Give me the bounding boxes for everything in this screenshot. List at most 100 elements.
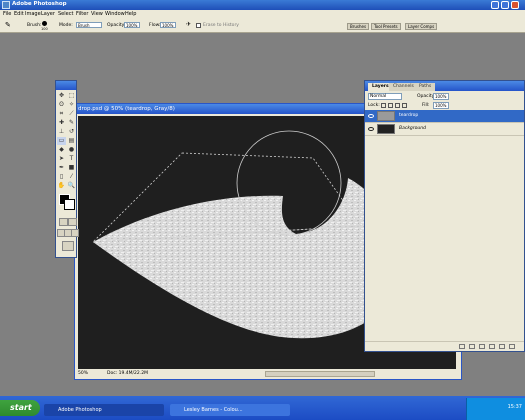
layer-opacity-input[interactable]: 100% <box>433 93 449 100</box>
pen-tool-icon[interactable]: ✒ <box>57 164 66 172</box>
taskbar-item-photoshop[interactable]: Adobe Photoshop <box>44 404 164 416</box>
mode-label: Mode: <box>59 23 73 28</box>
zoom-tool-icon[interactable]: 🔍 <box>67 182 76 190</box>
lock-transparent-icon[interactable] <box>381 103 386 108</box>
taskbar-item-browser[interactable]: Lesley Barnes - Colou... <box>170 404 290 416</box>
add-mask-icon[interactable] <box>469 344 475 349</box>
quick-mask-mode-icon[interactable] <box>68 218 77 226</box>
move-tool-icon[interactable]: ✥ <box>57 92 66 100</box>
fill-label: Fill: <box>422 103 430 108</box>
menu-edit[interactable]: Edit <box>14 11 24 17</box>
well-tab-layer-comps[interactable]: Layer Comps <box>405 23 438 30</box>
horizontal-scrollbar[interactable] <box>265 371 375 377</box>
eyedropper-tool-icon[interactable]: ⁄ <box>67 173 76 181</box>
clock: 15:37 <box>507 404 522 410</box>
menu-select[interactable]: Select <box>58 11 73 17</box>
zoom-level[interactable]: 50% <box>78 371 88 376</box>
airbrush-icon[interactable]: ✈ <box>186 21 191 28</box>
type-tool-icon[interactable]: T <box>67 155 76 163</box>
lock-position-icon[interactable] <box>395 103 400 108</box>
menu-file[interactable]: File <box>3 11 11 17</box>
maximize-button[interactable] <box>501 1 509 9</box>
eraser-tool-preset-icon[interactable]: ✎ <box>5 21 11 29</box>
document-title: drop.psd @ 50% (teardrop, Gray/8) <box>78 106 175 112</box>
app-title: Adobe Photoshop <box>12 1 67 7</box>
brush-label: Brush: <box>27 23 42 28</box>
taskbar-item-label: Lesley Barnes - Colou... <box>184 407 243 413</box>
menu-window[interactable]: Window <box>105 11 125 17</box>
layer-name: Background <box>399 126 426 131</box>
erase-to-history-label: Erase to History <box>203 23 239 28</box>
standard-mode-icon[interactable] <box>59 218 68 226</box>
flow-input[interactable]: 100% <box>160 22 176 28</box>
brush-tool-icon[interactable]: ✎ <box>67 119 76 127</box>
notes-tool-icon[interactable]: ▯ <box>57 173 66 181</box>
layers-palette: Layers Channels Paths Normal Opacity: 10… <box>364 80 525 352</box>
add-layer-style-icon[interactable] <box>459 344 465 349</box>
lock-all-icon[interactable] <box>402 103 407 108</box>
flow-label: Flow: <box>149 23 161 28</box>
brush-preview-icon[interactable] <box>42 21 47 26</box>
menu-image[interactable]: Image <box>25 11 41 17</box>
visibility-eye-icon[interactable] <box>368 127 374 131</box>
well-tab-tool-presets[interactable]: Tool Presets <box>371 23 401 30</box>
delete-layer-icon[interactable] <box>509 344 515 349</box>
new-group-icon[interactable] <box>479 344 485 349</box>
tab-paths[interactable]: Paths <box>415 83 436 91</box>
layer-row-teardrop[interactable]: teardrop <box>365 110 524 123</box>
close-button[interactable] <box>511 1 519 9</box>
tools-palette: ✥ ⬚ ʘ ✧ ⌗ ⟋ ✚ ✎ ⊥ ↺ ▭ ▤ ◆ ● ➤ T ✒ ■ ▯ ⁄ … <box>55 80 79 258</box>
fill-input[interactable]: 100% <box>433 102 449 109</box>
jump-to-imageready-icon[interactable] <box>62 241 74 251</box>
hand-tool-icon[interactable]: ✋ <box>57 182 66 190</box>
dodge-tool-icon[interactable]: ● <box>67 146 76 154</box>
layer-row-background[interactable]: Background <box>365 123 524 136</box>
start-button[interactable]: start <box>0 400 40 416</box>
lock-image-icon[interactable] <box>388 103 393 108</box>
blend-mode-select[interactable]: Normal <box>368 93 402 100</box>
opacity-input[interactable]: 100% <box>124 22 140 28</box>
magic-wand-tool-icon[interactable]: ✧ <box>67 101 76 109</box>
tools-palette-header[interactable] <box>56 81 76 90</box>
lock-label: Lock: <box>368 103 380 108</box>
crop-tool-icon[interactable]: ⌗ <box>57 110 66 118</box>
menu-view[interactable]: View <box>91 11 103 17</box>
tab-channels[interactable]: Channels <box>389 83 418 91</box>
layers-footer <box>365 341 524 351</box>
teardrop-shape <box>93 178 398 339</box>
path-selection-tool-icon[interactable]: ➤ <box>57 155 66 163</box>
mode-select[interactable]: Brush <box>76 22 102 28</box>
menu-help[interactable]: Help <box>125 11 136 17</box>
doc-info: Doc: 19.4M/22.2M <box>107 371 148 376</box>
gradient-tool-icon[interactable]: ▤ <box>67 137 76 145</box>
blur-tool-icon[interactable]: ◆ <box>57 146 66 154</box>
layer-name: teardrop <box>399 113 419 118</box>
opacity-label: Opacity: <box>107 23 126 28</box>
screen-mode-full-icon[interactable] <box>71 229 79 237</box>
eraser-tool-icon[interactable]: ▭ <box>57 137 66 145</box>
healing-brush-tool-icon[interactable]: ✚ <box>57 119 66 127</box>
document-status-bar: 50% Doc: 19.4M/22.2M <box>75 369 461 379</box>
lasso-tool-icon[interactable]: ʘ <box>57 101 66 109</box>
background-color-swatch[interactable] <box>64 199 75 210</box>
visibility-eye-icon[interactable] <box>368 114 374 118</box>
shape-tool-icon[interactable]: ■ <box>67 164 76 172</box>
palette-well: Brushes Tool Presets Layer Comps <box>345 19 525 32</box>
erase-to-history-checkbox[interactable] <box>196 23 201 28</box>
brush-size: 100 <box>41 27 48 31</box>
slice-tool-icon[interactable]: ⟋ <box>67 110 76 118</box>
layer-thumbnail <box>377 111 395 121</box>
app-title-bar: Adobe Photoshop <box>0 0 525 10</box>
adjustment-layer-icon[interactable] <box>489 344 495 349</box>
minimize-button[interactable] <box>491 1 499 9</box>
clone-stamp-tool-icon[interactable]: ⊥ <box>57 128 66 136</box>
taskbar-item-label: Adobe Photoshop <box>58 407 102 413</box>
menu-layer[interactable]: Layer <box>41 11 55 17</box>
layer-thumbnail <box>377 124 395 134</box>
new-layer-icon[interactable] <box>499 344 505 349</box>
marquee-tool-icon[interactable]: ⬚ <box>67 92 76 100</box>
photoshop-app-icon <box>2 1 10 9</box>
menu-filter[interactable]: Filter <box>76 11 88 17</box>
well-tab-brushes[interactable]: Brushes <box>347 23 370 30</box>
history-brush-tool-icon[interactable]: ↺ <box>67 128 76 136</box>
